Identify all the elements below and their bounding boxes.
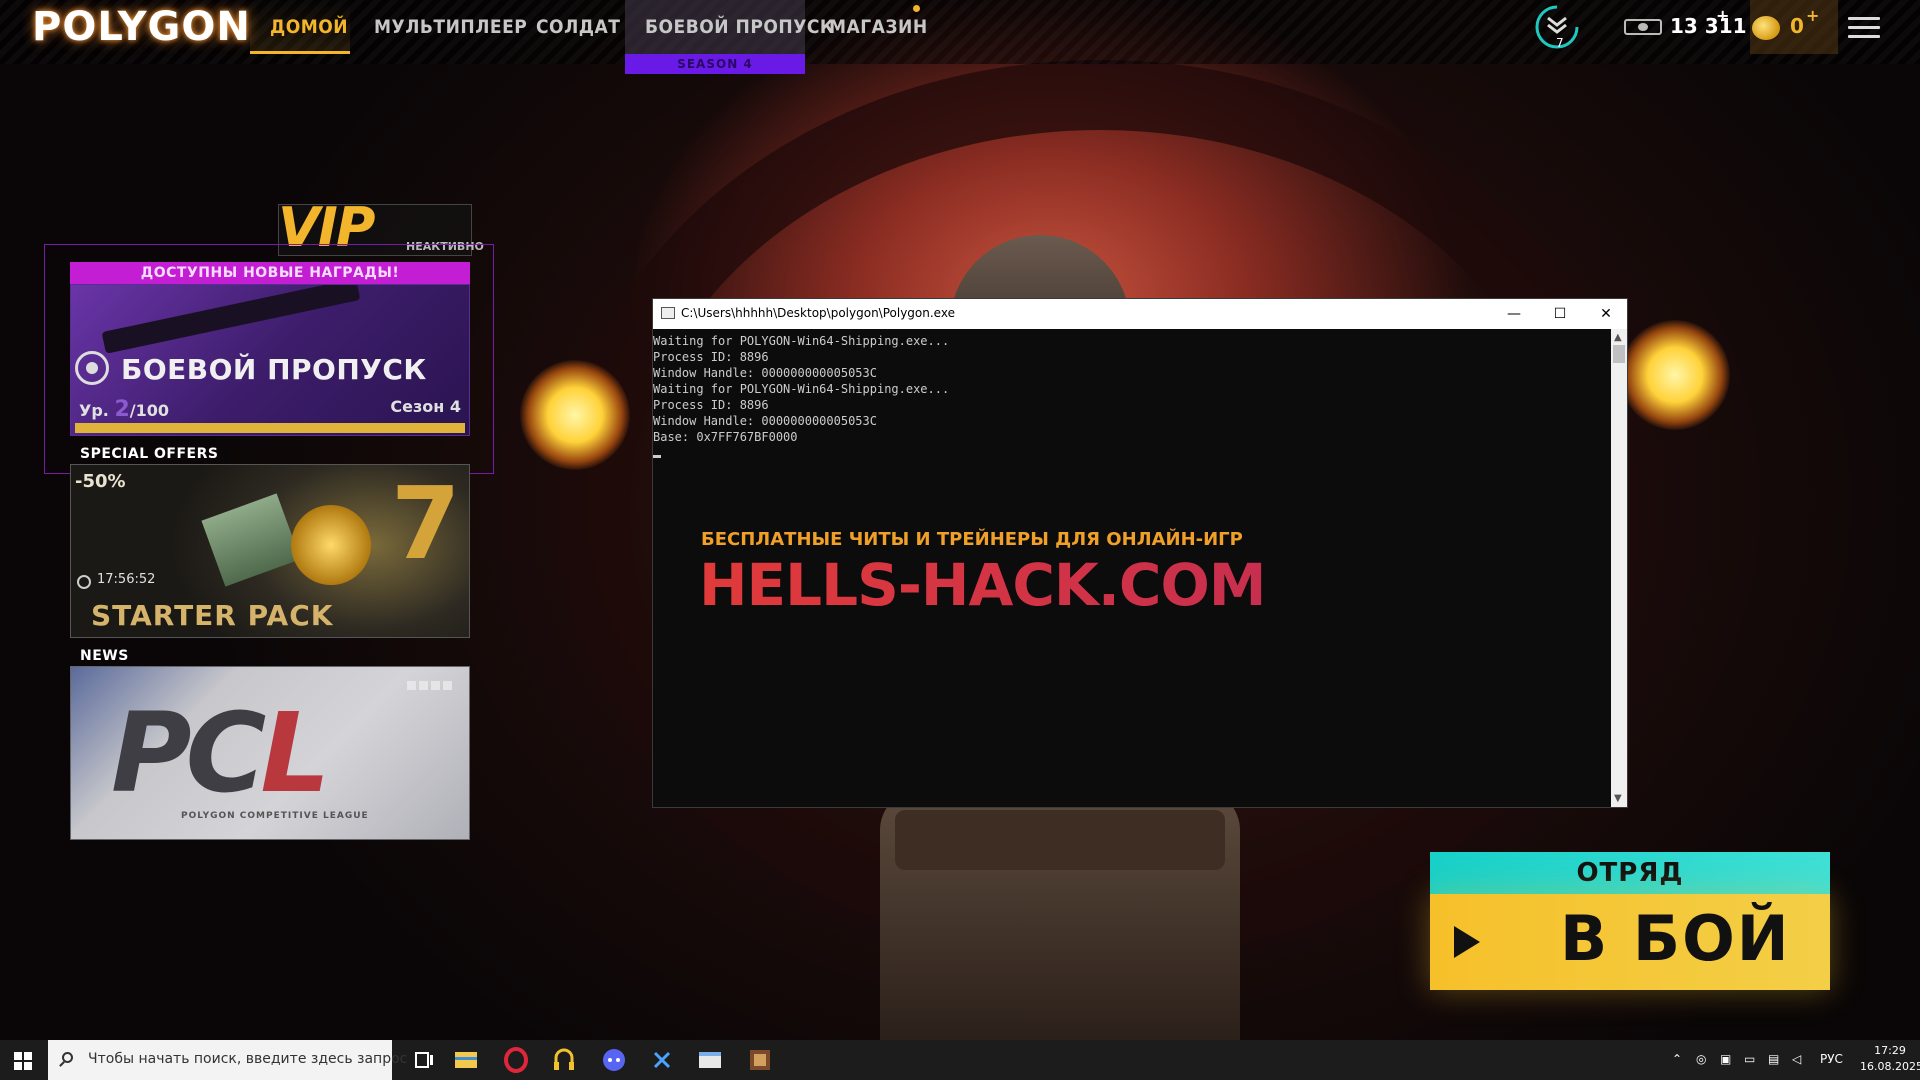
console-line: Process ID: 8896 (653, 350, 769, 364)
gold-coins-image (291, 505, 371, 585)
news-pager[interactable] (407, 675, 455, 694)
offer-title: STARTER PACK (91, 599, 334, 632)
squad-button[interactable]: ОТРЯД (1430, 852, 1830, 894)
play-label: В БОЙ (1560, 902, 1791, 975)
special-offers-heading: SPECIAL OFFERS (80, 446, 219, 462)
minimize-button[interactable]: — (1491, 299, 1537, 329)
console-scrollbar[interactable]: ▲ ▼ (1611, 329, 1627, 807)
task-view-icon[interactable] (402, 1044, 446, 1076)
news-card[interactable]: PCL POLYGON COMPETITIVE LEAGUE (70, 666, 470, 840)
battle-pass-season: Сезон 4 (390, 397, 461, 416)
console-taskbar-icon[interactable] (688, 1044, 732, 1076)
console-line: Process ID: 8896 (653, 398, 769, 412)
nav-soldier[interactable]: СОЛДАТ (536, 16, 620, 38)
headphones-app-icon[interactable] (542, 1044, 586, 1076)
battle-pass-progress (75, 423, 465, 433)
gold-balance: 0 (1790, 14, 1804, 38)
console-output[interactable]: Waiting for POLYGON-Win64-Shipping.exe..… (653, 329, 1611, 807)
cash-icon (1624, 19, 1662, 35)
pcl-logo-b: L (260, 689, 330, 817)
left-lamp (520, 360, 630, 470)
season-badge: SEASON 4 (625, 54, 805, 74)
console-titlebar[interactable]: C:\Users\hhhhh\Desktop\polygon\Polygon.e… (653, 299, 1627, 329)
pcl-logo-a: PC (111, 689, 266, 817)
polygon-game-icon[interactable] (738, 1044, 782, 1076)
level-current: 2 (114, 397, 130, 422)
console-app-icon (661, 307, 675, 319)
battle-pass-title: БОЕВОЙ ПРОПУСК (121, 353, 427, 386)
console-window[interactable]: C:\Users\hhhhh\Desktop\polygon\Polygon.e… (652, 298, 1628, 808)
play-arrow-icon (1454, 926, 1480, 958)
cash-balance: 13 311 (1670, 14, 1747, 38)
taskbar-search[interactable]: Чтобы начать поиск, введите здесь запрос (48, 1040, 407, 1080)
play-button[interactable]: В БОЙ (1430, 894, 1830, 990)
search-icon (62, 1052, 73, 1063)
console-line: Window Handle: 000000000005053C (653, 366, 877, 380)
console-line: Waiting for POLYGON-Win64-Shipping.exe..… (653, 334, 950, 348)
battle-pass-card[interactable]: БОЕВОЙ ПРОПУСК Ур. 2/100 Сезон 4 (70, 284, 470, 436)
pcl-logo: PCL (111, 689, 330, 817)
console-title: C:\Users\hhhhh\Desktop\polygon\Polygon.e… (681, 306, 955, 320)
clock-time: 17:29 (1874, 1044, 1906, 1057)
tray-volume-icon[interactable]: ◁ (1792, 1052, 1801, 1066)
offer-badge-number: 7 (391, 465, 461, 582)
watermark-site: HELLS-HACK.COM (699, 551, 1266, 619)
cash-stack-image (201, 493, 301, 587)
console-line: Window Handle: 000000000005053C (653, 414, 877, 428)
hamburger-menu-icon[interactable] (1848, 17, 1880, 39)
starter-pack-card[interactable]: 7 -50% 17:56:52 STARTER PACK (70, 464, 470, 638)
console-cursor (653, 455, 661, 458)
clock-icon (77, 575, 91, 589)
maximize-button[interactable]: ☐ (1537, 299, 1583, 329)
level-max: /100 (129, 401, 170, 420)
level-prefix: Ур. (79, 401, 109, 420)
rank-level: 7 (1556, 36, 1564, 50)
nav-active-underline (250, 51, 350, 54)
tray-webcam-icon[interactable]: ◎ (1696, 1052, 1706, 1066)
offer-timer: 17:56:52 (97, 572, 156, 587)
watermark-tagline: БЕСПЛАТНЫЕ ЧИТЫ И ТРЕЙНЕРЫ ДЛЯ ОНЛАЙН-ИГ… (701, 529, 1243, 550)
offer-discount: -50% (75, 471, 126, 492)
windows-start-icon[interactable] (14, 1052, 32, 1070)
shop-notification-dot (913, 5, 920, 12)
tray-language[interactable]: РУС (1820, 1052, 1843, 1066)
nav-battle-pass[interactable]: БОЕВОЙ ПРОПУСК (645, 16, 834, 38)
taskbar-clock[interactable]: 17:29 16.08.2025 (1860, 1043, 1920, 1075)
opera-browser-icon[interactable] (494, 1044, 538, 1076)
right-lamp (1620, 320, 1730, 430)
console-line: Waiting for POLYGON-Win64-Shipping.exe..… (653, 382, 950, 396)
nav-home[interactable]: ДОМОЙ (270, 16, 348, 38)
search-input[interactable]: Чтобы начать поиск, введите здесь запрос (88, 1051, 407, 1067)
battle-pass-emblem-icon (75, 351, 109, 385)
rifle-image (101, 285, 361, 354)
add-cash-button[interactable]: + (1716, 6, 1729, 25)
close-button[interactable]: ✕ (1583, 299, 1629, 329)
tray-display-icon[interactable]: ▣ (1720, 1052, 1731, 1066)
tray-show-hidden-icon[interactable]: ⌃ (1672, 1052, 1682, 1066)
x-app-icon[interactable] (640, 1044, 684, 1076)
nav-shop[interactable]: МАГАЗИН (829, 16, 928, 38)
file-explorer-icon[interactable] (444, 1044, 488, 1076)
gold-coin-icon (1752, 16, 1780, 40)
nav-multiplayer[interactable]: МУЛЬТИПЛЕЕР (374, 16, 527, 38)
console-line: Base: 0x7FF767BF0000 (653, 430, 798, 444)
pcl-subtitle: POLYGON COMPETITIVE LEAGUE (181, 811, 369, 821)
tray-battery-icon[interactable]: ▭ (1744, 1052, 1755, 1066)
scroll-up-icon[interactable]: ▲ (1614, 332, 1622, 343)
news-heading: NEWS (80, 648, 129, 664)
add-gold-button[interactable]: + (1806, 6, 1819, 25)
game-logo: POLYGON (32, 4, 251, 50)
tray-network-icon[interactable]: ▤ (1768, 1052, 1779, 1066)
scroll-down-icon[interactable]: ▼ (1614, 793, 1622, 804)
scroll-thumb[interactable] (1613, 345, 1625, 363)
clock-date: 16.08.2025 (1860, 1060, 1920, 1073)
battle-pass-progress-fill (75, 423, 465, 433)
soldier-belt (895, 810, 1225, 870)
battle-pass-level: Ур. 2/100 (79, 397, 169, 422)
new-rewards-banner[interactable]: ДОСТУПНЫ НОВЫЕ НАГРАДЫ! (70, 262, 470, 284)
discord-icon[interactable] (592, 1044, 636, 1076)
windows-taskbar: Чтобы начать поиск, введите здесь запрос… (0, 1040, 1920, 1080)
